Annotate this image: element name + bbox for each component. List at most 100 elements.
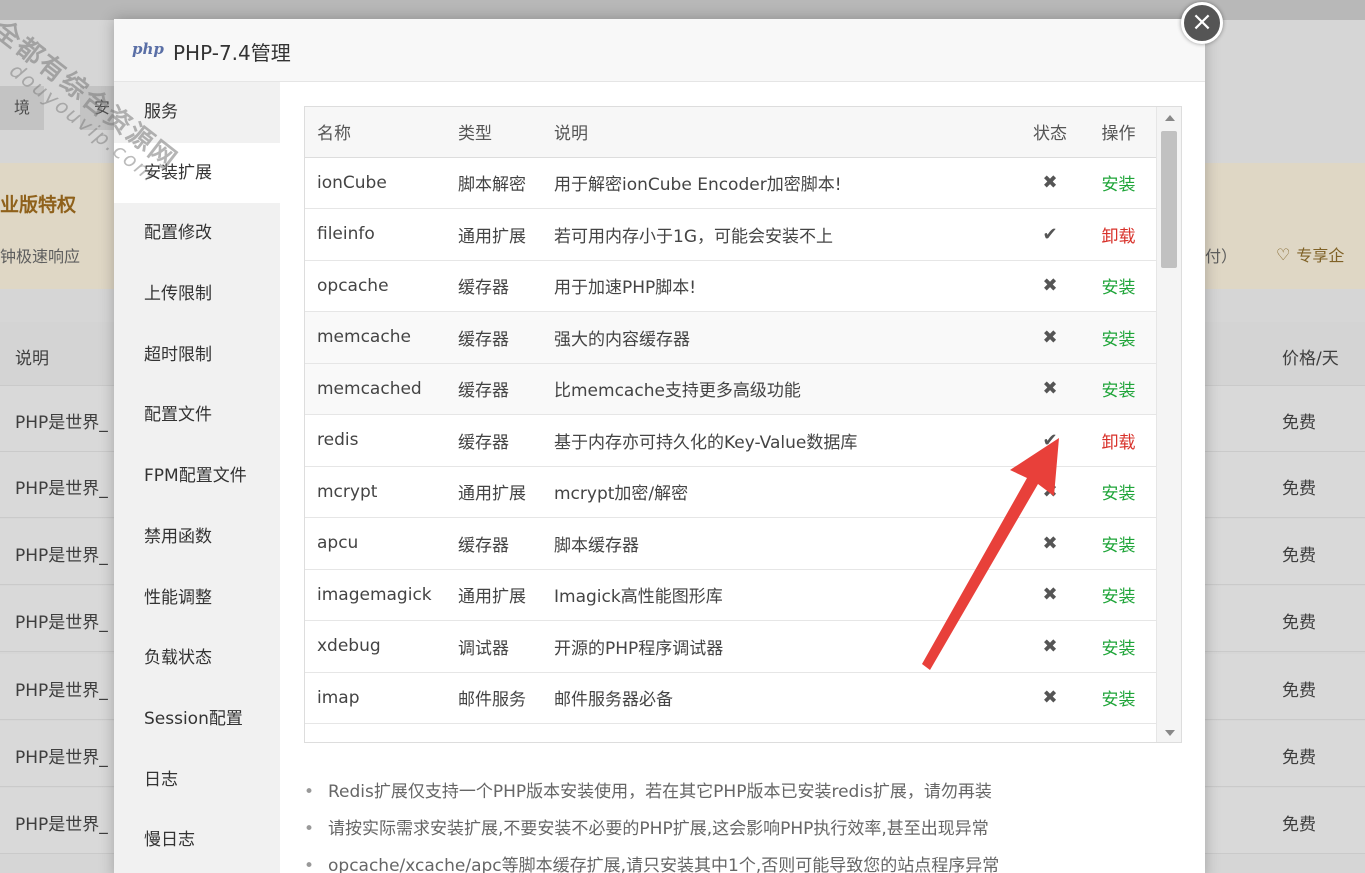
ext-name: mcrypt: [305, 466, 458, 518]
sidebar-item-fpm-config[interactable]: FPM配置文件: [114, 446, 280, 507]
sidebar-item-upload-limit[interactable]: 上传限制: [114, 264, 280, 325]
sidebar-item-disabled-functions[interactable]: 禁用函数: [114, 507, 280, 568]
install-button[interactable]: 安装: [1080, 260, 1157, 312]
ext-desc: 开源的PHP程序调试器: [554, 620, 1020, 673]
table-row: mcrypt 通用扩展 mcrypt加密/解密 ✖ 安装: [305, 466, 1157, 518]
col-header-type: 类型: [458, 107, 554, 158]
cross-icon: ✖: [1020, 260, 1080, 312]
install-button[interactable]: 安装: [1080, 157, 1157, 209]
sidebar-item-timeout-limit[interactable]: 超时限制: [114, 325, 280, 386]
ext-desc: 邮件服务器必备: [554, 672, 1020, 724]
ext-type: 缓存器: [458, 260, 554, 312]
ext-type: 通用扩展: [458, 466, 554, 518]
ext-desc: 若可用内存小于1G，可能会安装不上: [554, 208, 1020, 261]
ext-type: 通用扩展: [458, 208, 554, 261]
table-row: memcache 缓存器 强大的内容缓存器 ✖ 安装: [305, 311, 1157, 364]
cross-icon: ✖: [1020, 466, 1080, 518]
col-header-status: 状态: [1020, 107, 1080, 158]
cross-icon: ✖: [1020, 157, 1080, 209]
install-button[interactable]: 安装: [1080, 466, 1157, 518]
note-item: opcache/xcache/apc等脚本缓存扩展,请只安装其中1个,否则可能导…: [304, 848, 1184, 873]
check-icon: ✔: [1020, 414, 1080, 467]
ext-desc: mcrypt加密/解密: [554, 466, 1020, 518]
cross-icon: ✖: [1020, 620, 1080, 673]
php-manager-modal: php PHP-7.4管理 服务 安装扩展 配置修改 上传限制 超时限制 配置文…: [114, 19, 1205, 873]
col-header-desc: 说明: [554, 107, 1020, 158]
modal-header: php PHP-7.4管理: [114, 19, 1205, 82]
ext-desc: Imagick高性能图形库: [554, 569, 1020, 621]
table-header-row: 名称 类型 说明 状态 操作: [305, 107, 1157, 158]
cross-icon: ✖: [1020, 517, 1080, 570]
ext-type: 缓存器: [458, 363, 554, 415]
cross-icon: ✖: [1020, 569, 1080, 621]
ext-name: apcu: [305, 517, 458, 570]
cross-icon: ✖: [1020, 363, 1080, 415]
ext-desc: 用于加速PHP脚本!: [554, 260, 1020, 312]
ext-name: memcached: [305, 363, 458, 415]
ext-desc: 用于解密ionCube Encoder加密脚本!: [554, 157, 1020, 209]
cross-icon: ✖: [1020, 672, 1080, 724]
table-scrollbar[interactable]: [1156, 107, 1181, 742]
ext-desc: 基于内存亦可持久化的Key-Value数据库: [554, 414, 1020, 467]
php-logo: php: [132, 40, 164, 58]
sidebar-item-performance[interactable]: 性能调整: [114, 568, 280, 629]
table-row: memcached 缓存器 比memcache支持更多高级功能 ✖ 安装: [305, 363, 1157, 415]
check-icon: ✔: [1020, 208, 1080, 261]
scroll-up-arrow-icon[interactable]: [1165, 115, 1175, 121]
ext-desc: 强大的内容缓存器: [554, 311, 1020, 364]
close-icon[interactable]: ×: [1181, 2, 1223, 44]
table-row: imagemagick 通用扩展 Imagick高性能图形库 ✖ 安装: [305, 569, 1157, 621]
scroll-thumb[interactable]: [1161, 131, 1177, 268]
install-button[interactable]: 安装: [1080, 672, 1157, 724]
cross-icon: ✖: [1020, 311, 1080, 364]
ext-type: 缓存器: [458, 414, 554, 467]
ext-name: opcache: [305, 260, 458, 312]
ext-type: 邮件服务: [458, 672, 554, 724]
ext-type: 脚本解密: [458, 157, 554, 209]
sidebar-item-session-config[interactable]: Session配置: [114, 689, 280, 750]
install-button[interactable]: 安装: [1080, 311, 1157, 364]
scroll-down-arrow-icon[interactable]: [1165, 730, 1175, 736]
notes-list: Redis扩展仅支持一个PHP版本安装使用，若在其它PHP版本已安装redis扩…: [304, 774, 1184, 873]
ext-desc: 比memcache支持更多高级功能: [554, 363, 1020, 415]
ext-type: 缓存器: [458, 311, 554, 364]
col-header-op: 操作: [1080, 107, 1157, 158]
table-row: apcu 缓存器 脚本缓存器 ✖ 安装: [305, 517, 1157, 570]
table-row: opcache 缓存器 用于加速PHP脚本! ✖ 安装: [305, 260, 1157, 312]
table-row: fileinfo 通用扩展 若可用内存小于1G，可能会安装不上 ✔ 卸载: [305, 208, 1157, 261]
uninstall-button[interactable]: 卸载: [1080, 208, 1157, 261]
col-header-name: 名称: [305, 107, 458, 158]
ext-type: 调试器: [458, 620, 554, 673]
table-row: redis 缓存器 基于内存亦可持久化的Key-Value数据库 ✔ 卸载: [305, 414, 1157, 467]
ext-name: memcache: [305, 311, 458, 364]
extensions-table-container: 名称 类型 说明 状态 操作 ionCube 脚本解密 用于解密ionCube …: [304, 106, 1182, 743]
ext-type: 缓存器: [458, 517, 554, 570]
ext-type: 通用扩展: [458, 569, 554, 621]
modal-sidebar: 服务 安装扩展 配置修改 上传限制 超时限制 配置文件 FPM配置文件 禁用函数…: [114, 82, 280, 873]
ext-name: imagemagick: [305, 569, 458, 621]
install-button[interactable]: 安装: [1080, 620, 1157, 673]
sidebar-item-config-edit[interactable]: 配置修改: [114, 203, 280, 264]
install-button[interactable]: 安装: [1080, 363, 1157, 415]
ext-name: xdebug: [305, 620, 458, 673]
table-row: ionCube 脚本解密 用于解密ionCube Encoder加密脚本! ✖ …: [305, 157, 1157, 209]
ext-desc: 脚本缓存器: [554, 517, 1020, 570]
sidebar-item-load-status[interactable]: 负载状态: [114, 628, 280, 689]
install-button[interactable]: 安装: [1080, 517, 1157, 570]
ext-name: fileinfo: [305, 208, 458, 261]
sidebar-item-logs[interactable]: 日志: [114, 750, 280, 811]
uninstall-button[interactable]: 卸载: [1080, 414, 1157, 467]
table-row: xdebug 调试器 开源的PHP程序调试器 ✖ 安装: [305, 620, 1157, 673]
modal-title: PHP-7.4管理: [173, 41, 291, 65]
ext-name: redis: [305, 414, 458, 467]
note-item: Redis扩展仅支持一个PHP版本安装使用，若在其它PHP版本已安装redis扩…: [304, 774, 1184, 811]
note-item: 请按实际需求安装扩展,不要安装不必要的PHP扩展,这会影响PHP执行效率,甚至出…: [304, 811, 1184, 848]
ext-name: ionCube: [305, 157, 458, 209]
modal-content: 名称 类型 说明 状态 操作 ionCube 脚本解密 用于解密ionCube …: [280, 82, 1205, 873]
ext-name: imap: [305, 672, 458, 724]
sidebar-item-config-file[interactable]: 配置文件: [114, 385, 280, 446]
sidebar-item-slow-log[interactable]: 慢日志: [114, 810, 280, 871]
install-button[interactable]: 安装: [1080, 569, 1157, 621]
table-row: imap 邮件服务 邮件服务器必备 ✖ 安装: [305, 672, 1157, 724]
extensions-table: 名称 类型 说明 状态 操作 ionCube 脚本解密 用于解密ionCube …: [305, 107, 1157, 724]
